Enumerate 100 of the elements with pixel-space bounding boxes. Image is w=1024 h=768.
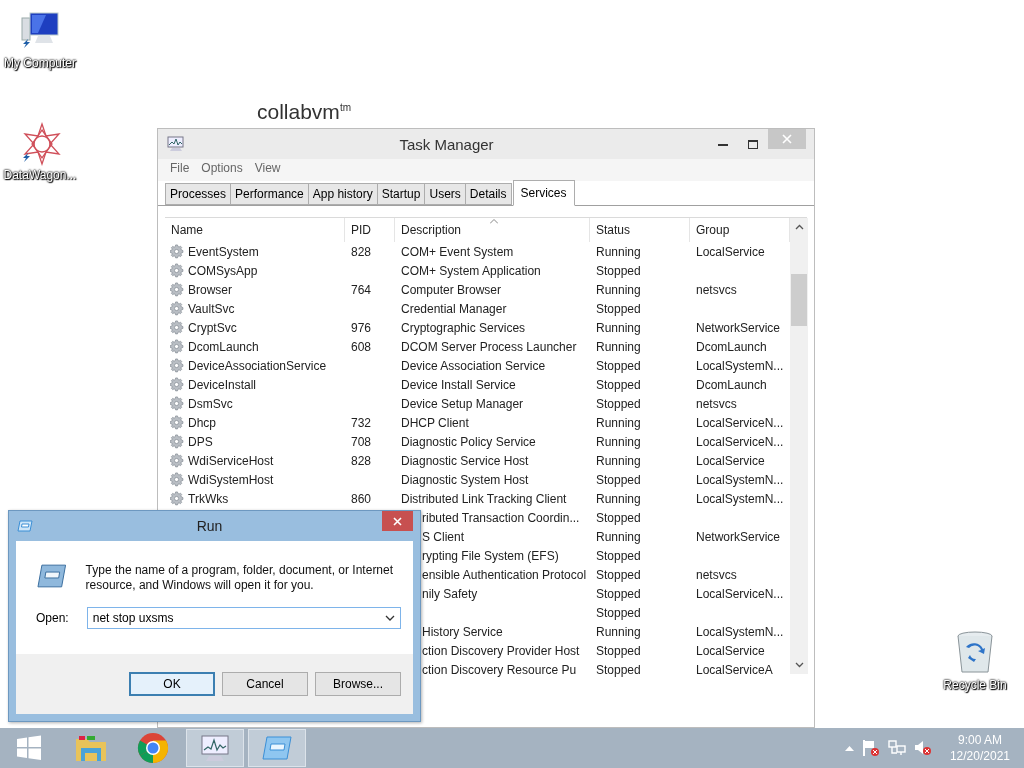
table-cell: Stopped [596,662,641,677]
speaker-muted-icon[interactable] [913,739,932,757]
tab[interactable]: Services [512,180,575,206]
table-cell: Running [596,453,641,468]
column-header[interactable]: PID [345,218,395,242]
minimize-icon [718,142,728,146]
tab[interactable]: Performance [230,183,309,205]
table-cell: Device Association Service [401,358,546,373]
table-cell: Stopped [596,567,641,582]
service-name: DcomLaunch [188,339,259,354]
gear-icon [170,434,185,449]
column-header[interactable]: Status [590,218,690,242]
service-name: COMSysApp [188,263,258,278]
tab[interactable]: Details [464,183,512,205]
table-cell: Running [596,415,641,430]
browser-icon [137,732,169,764]
menu-item[interactable]: View [250,161,287,179]
service-name: DPS [188,434,213,449]
icon-label[interactable]: Recycle Bin [943,678,1007,692]
table-cell: DcomLaunch [696,339,767,354]
table-cell: Running [596,320,641,335]
table-cell: DHCP Client [401,415,469,430]
gear-icon [170,301,185,316]
table-cell: 732 [351,415,372,430]
table-cell: Stopped [596,548,641,563]
tab[interactable]: Processes [165,183,232,205]
scrollbar[interactable] [790,218,808,674]
window-icon [17,520,33,532]
service-name: EventSystem [188,244,259,259]
table-cell: LocalServiceN... [696,434,784,449]
table-cell: Stopped [596,396,641,411]
table-cell: Stopped [596,605,641,620]
taskbar-button[interactable] [248,729,306,767]
start-icon [16,735,42,761]
service-name: Dhcp [188,415,216,430]
table-cell: Distributed Link Tracking Client [401,491,567,506]
table-cell: Running [596,491,641,506]
window-title: Task Manager [398,135,495,153]
gear-icon [170,320,185,335]
dialog-message: Type the name of a program, folder, document, or Internet resource, and Windows will open it for you. [85,563,395,593]
gear-icon [170,339,185,354]
gear-icon [170,491,185,506]
service-name: DeviceInstall [188,377,257,392]
flag-error-icon[interactable] [861,739,880,757]
table-cell: Device Install Service [401,377,516,392]
table-cell: Stopped [596,358,641,373]
table-cell: Running [596,339,641,354]
service-name: WdiSystemHost [188,472,274,487]
gear-icon [170,415,185,430]
tab[interactable]: Startup [376,183,426,205]
table-cell: COM+ Event System [401,244,514,259]
table-cell: Stopped [596,510,641,525]
table-cell: History Service [422,624,503,639]
table-cell: Stopped [596,301,641,316]
icon-label[interactable]: My Computer [4,56,76,70]
dialog-button[interactable]: Cancel [222,672,308,696]
service-name: DeviceAssociationService [188,358,327,373]
taskbar-button[interactable] [186,729,244,767]
scroll-thumb[interactable] [791,274,807,326]
tab[interactable]: Users [424,183,466,205]
menu-item[interactable]: File [166,161,196,179]
open-label: Open: [36,611,69,625]
sort-caret-icon [490,219,498,224]
menu-item[interactable]: Options [197,161,249,179]
close-button[interactable] [382,511,413,531]
table-cell: Running [596,624,641,639]
table-cell: Running [596,282,641,297]
recycle-bin-icon [955,630,995,676]
up-caret-icon[interactable] [844,745,854,751]
service-name: WdiServiceHost [188,453,274,468]
table-cell: ction Discovery Resource Pu [422,662,577,677]
table-cell: Stopped [596,377,641,392]
table-cell: 764 [351,282,372,297]
column-header[interactable]: Name [165,218,345,242]
table-cell: netsvcs [696,567,737,582]
table-cell: Device Setup Manager [401,396,524,411]
gear-icon [170,453,185,468]
table-cell: DcomLaunch [696,377,767,392]
up-caret-icon [794,224,804,230]
tab[interactable]: App history [307,183,378,205]
table-cell: Stopped [596,263,641,278]
table-cell: Diagnostic System Host [401,472,529,487]
service-name: DsmSvc [188,396,233,411]
table-cell: NetworkService [696,529,781,544]
table-cell: LocalServiceN... [696,586,784,601]
table-cell: ction Discovery Provider Host [422,643,580,658]
column-header[interactable]: Description [395,218,590,242]
network-icon[interactable] [887,740,906,756]
command-input-field[interactable]: net stop uxsms [86,607,401,629]
gear-icon [170,358,185,373]
dialog-button[interactable]: OK [129,672,215,696]
table-cell: Running [596,434,641,449]
table-cell: netsvcs [696,396,737,411]
table-cell: S Client [422,529,465,544]
maximize-icon [748,139,758,149]
dialog-button[interactable]: Browse... [315,672,401,696]
table-cell: NetworkService [696,320,781,335]
icon-label[interactable]: DataWagon... [3,168,77,182]
gear-icon [170,377,185,392]
table-cell: Running [596,244,641,259]
